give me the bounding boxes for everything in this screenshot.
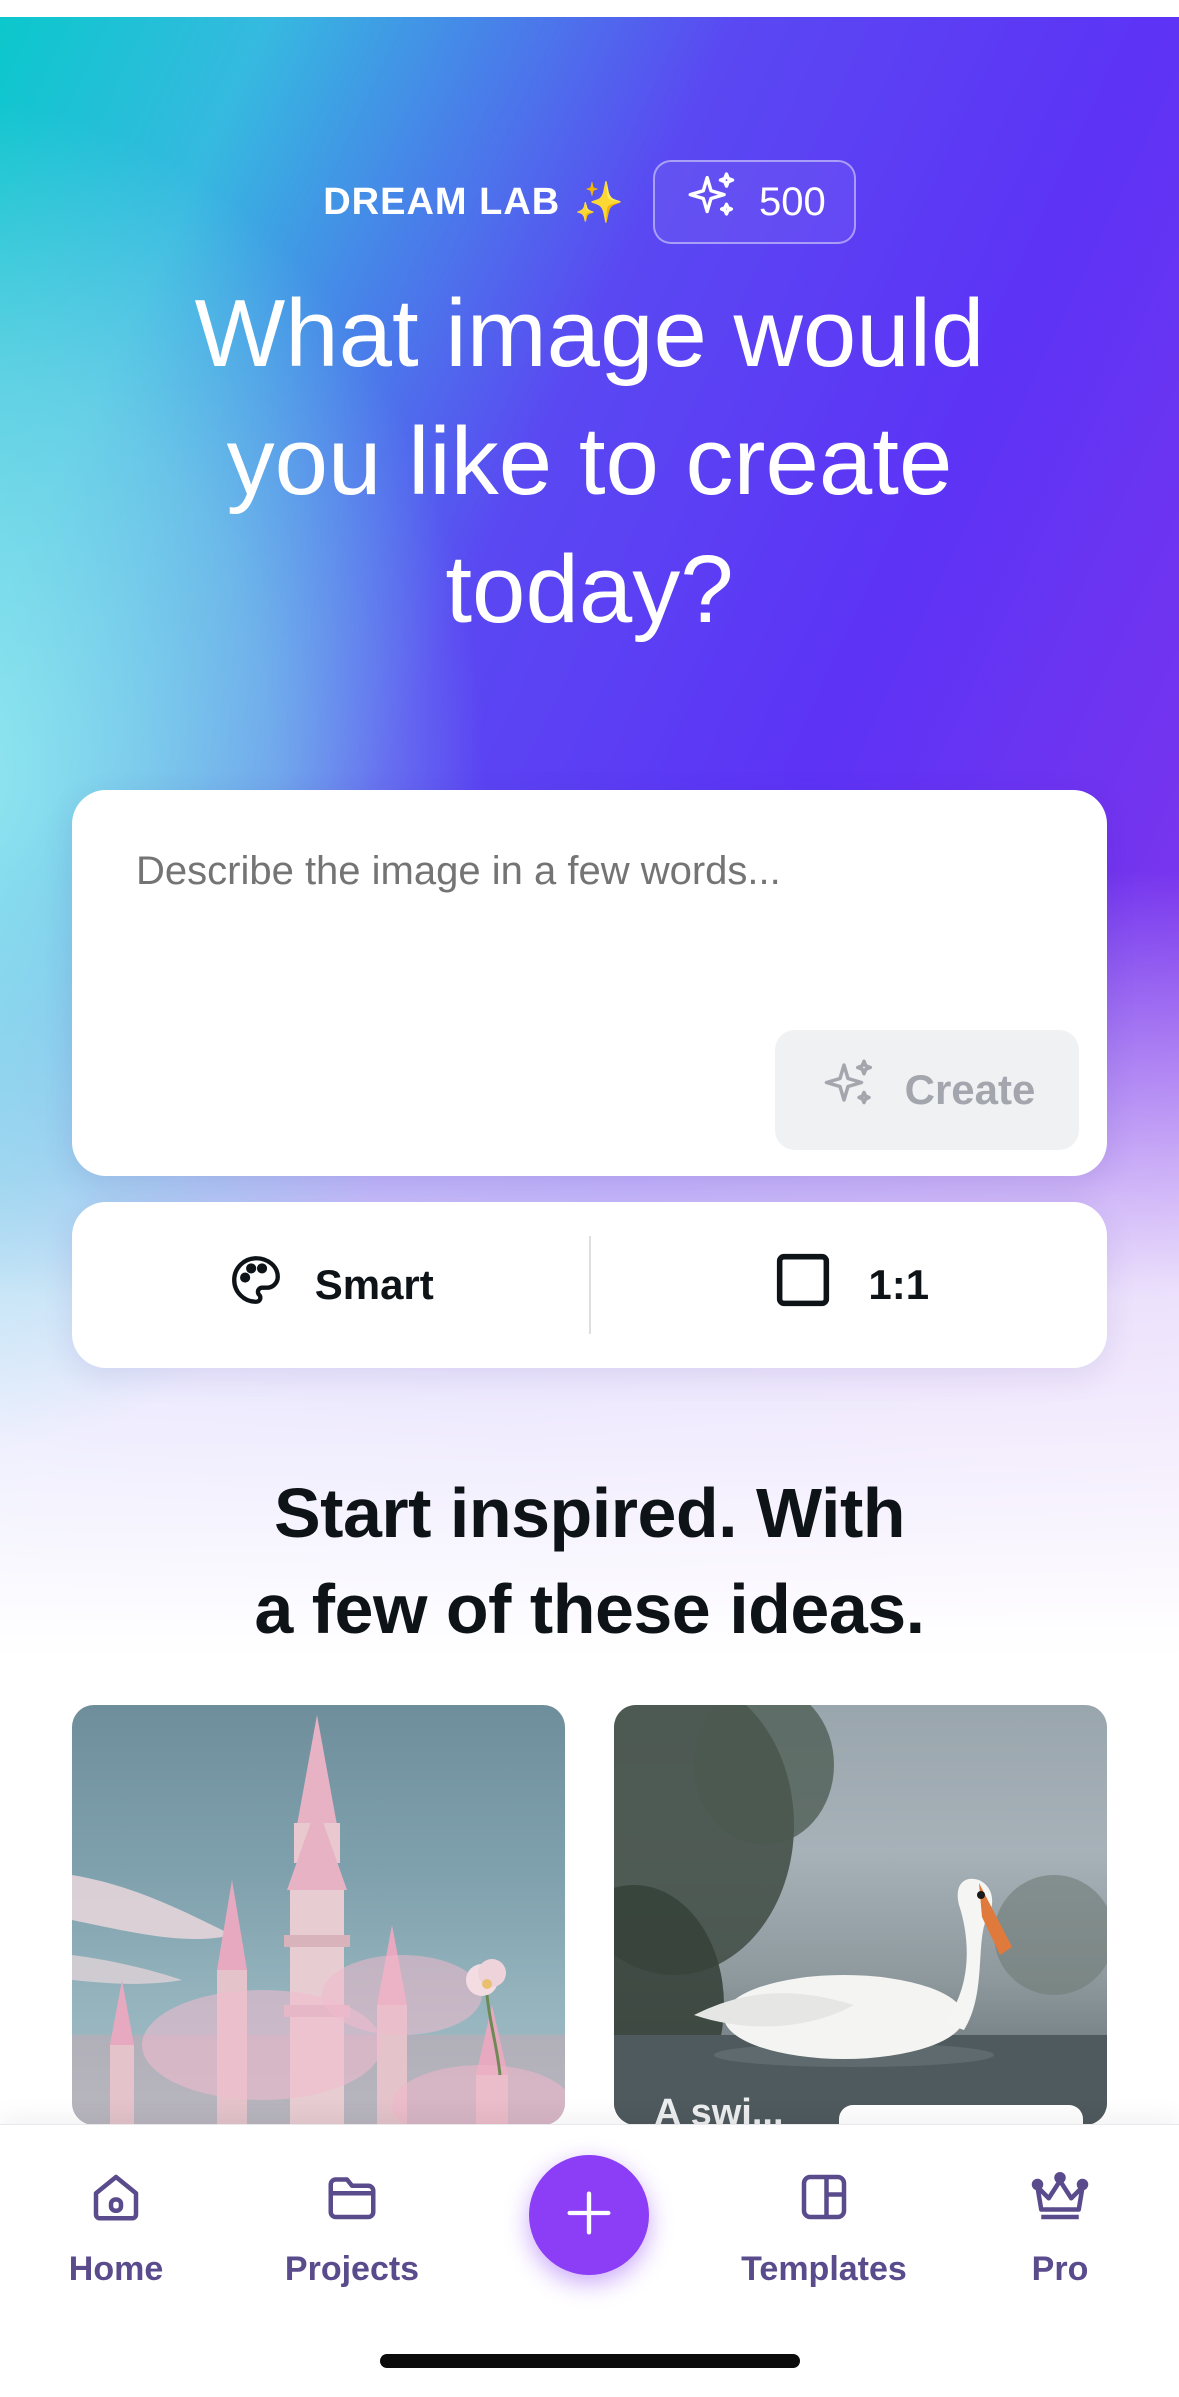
brand: DREAM LAB ✨ xyxy=(323,179,625,226)
try-prompt-chip[interactable] xyxy=(839,2105,1083,2125)
nav-projects[interactable]: Projects xyxy=(252,2167,452,2289)
nav-label: Home xyxy=(68,2250,164,2288)
ratio-label: 1:1 xyxy=(868,1261,930,1308)
options-bar: Smart 1:1 xyxy=(72,1202,1107,1368)
section-title-line: Start inspired. With xyxy=(273,1474,906,1552)
home-indicator xyxy=(380,2354,800,2368)
headline-line: today? xyxy=(445,536,734,643)
prompt-card: Create xyxy=(72,790,1107,1176)
section-title-line: a few of these ideas. xyxy=(254,1570,925,1648)
nav-label: Projects xyxy=(284,2250,420,2288)
palette-icon xyxy=(227,1251,285,1319)
aspect-ratio-selector[interactable]: 1:1 xyxy=(591,1202,1108,1368)
home-icon xyxy=(86,2167,146,2236)
brand-name: DREAM LAB xyxy=(323,180,561,223)
nav-templates[interactable]: Templates xyxy=(724,2167,924,2289)
headline-line: What image would xyxy=(194,280,985,387)
create-label: Create xyxy=(904,1066,1036,1113)
status-bar xyxy=(0,0,1179,17)
nav-home[interactable]: Home xyxy=(16,2167,216,2289)
nav-pro[interactable]: Pro xyxy=(960,2167,1160,2289)
credits-count: 500 xyxy=(759,179,826,224)
swan-image xyxy=(614,1705,1107,2125)
nav-label: Templates xyxy=(741,2250,907,2288)
nav-label: Pro xyxy=(1031,2250,1089,2288)
tile-label: A swi... xyxy=(654,2092,784,2125)
page-title: What image would you like to create toda… xyxy=(80,270,1099,654)
crown-icon xyxy=(1027,2167,1093,2236)
pink-castle-image xyxy=(72,1715,565,2125)
sparkle-emoji: ✨ xyxy=(574,180,626,225)
credits-badge[interactable]: 500 xyxy=(653,160,856,244)
create-new-button[interactable] xyxy=(529,2155,649,2275)
idea-tile-pink-castle[interactable] xyxy=(72,1705,565,2125)
headline-line: you like to create xyxy=(226,408,953,515)
folder-icon xyxy=(322,2167,382,2236)
prompt-input[interactable] xyxy=(134,830,1038,912)
plus-icon xyxy=(560,2184,618,2247)
create-button[interactable]: Create xyxy=(775,1030,1079,1150)
idea-tile-swan[interactable]: A swi... xyxy=(614,1705,1107,2125)
style-label: Smart xyxy=(314,1261,434,1308)
sparkles-icon xyxy=(819,1055,879,1125)
templates-icon xyxy=(794,2167,854,2236)
header: DREAM LAB ✨ 500 xyxy=(0,160,1179,244)
style-selector[interactable]: Smart xyxy=(72,1202,589,1368)
section-title: Start inspired. With a few of these idea… xyxy=(80,1465,1099,1657)
square-icon xyxy=(768,1245,838,1325)
sparkles-icon xyxy=(683,168,741,236)
